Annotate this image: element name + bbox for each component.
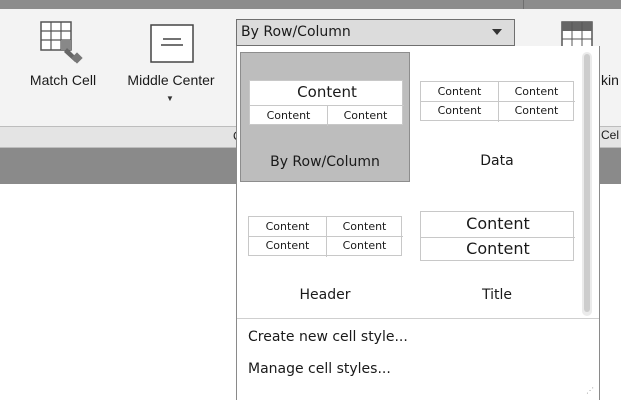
cell-panel-title-partial: Cel — [601, 128, 620, 142]
preview-cell: Content — [437, 104, 482, 117]
scrollbar-thumb[interactable] — [584, 54, 590, 312]
style-option-title[interactable]: Content Content Title — [414, 196, 580, 314]
match-cell-button[interactable]: Match Cell — [18, 20, 108, 120]
title-bar-notch — [523, 0, 538, 9]
preview-cell: Content — [265, 239, 310, 252]
style-option-caption: By Row/Column — [270, 154, 380, 170]
preview-cell: Content — [343, 109, 388, 122]
style-option-data[interactable]: Content Content Content Content Data — [414, 52, 580, 182]
style-option-caption: Data — [480, 153, 514, 169]
preview-table: Content Content — [420, 211, 575, 261]
middle-center-button[interactable]: Middle Center ▼ — [115, 20, 227, 120]
preview-cell: Content — [342, 220, 387, 233]
preview-cell: Content — [514, 104, 559, 117]
preview-title-row: Content — [466, 214, 530, 233]
create-new-cell-style-menu-item[interactable]: Create new cell style... — [248, 329, 408, 345]
style-option-caption: Header — [299, 287, 351, 303]
preview-cell: Content — [437, 85, 482, 98]
preview-cell: Content — [266, 109, 311, 122]
top-title-bar — [0, 0, 621, 9]
dropdown-arrow-icon[interactable] — [492, 29, 502, 35]
style-option-by-row-column[interactable]: Content Content Content By Row/Column — [240, 52, 410, 182]
middle-center-icon — [150, 24, 194, 64]
preview-cell: Content — [265, 220, 310, 233]
preview-cell: Content — [342, 239, 387, 252]
preview-table: Content Content Content — [249, 80, 404, 126]
manage-cell-styles-menu-item[interactable]: Manage cell styles... — [248, 361, 391, 377]
preview-table: Content Content Content Content — [420, 81, 575, 122]
cell-style-selected-value: By Row/Column — [241, 24, 351, 40]
middle-center-label: Middle Center — [127, 72, 215, 88]
match-cell-icon — [39, 20, 87, 64]
resize-grip-icon[interactable]: ⋰ — [586, 386, 594, 395]
cell-style-combobox[interactable]: By Row/Column — [236, 19, 515, 46]
cell-locking-label-partial: kin — [601, 72, 619, 88]
preview-cell: Content — [514, 85, 559, 98]
preview-title-cell: Content — [297, 83, 357, 101]
chevron-down-icon: ▼ — [166, 94, 174, 103]
style-option-header[interactable]: Content Content Content Content Header — [240, 196, 410, 314]
match-cell-label: Match Cell — [29, 72, 97, 88]
preview-title-row: Content — [466, 239, 530, 258]
gallery-scrollbar[interactable] — [582, 52, 592, 316]
preview-table: Content Content Content Content — [248, 216, 403, 257]
style-option-caption: Title — [481, 287, 512, 303]
menu-divider — [237, 318, 599, 319]
